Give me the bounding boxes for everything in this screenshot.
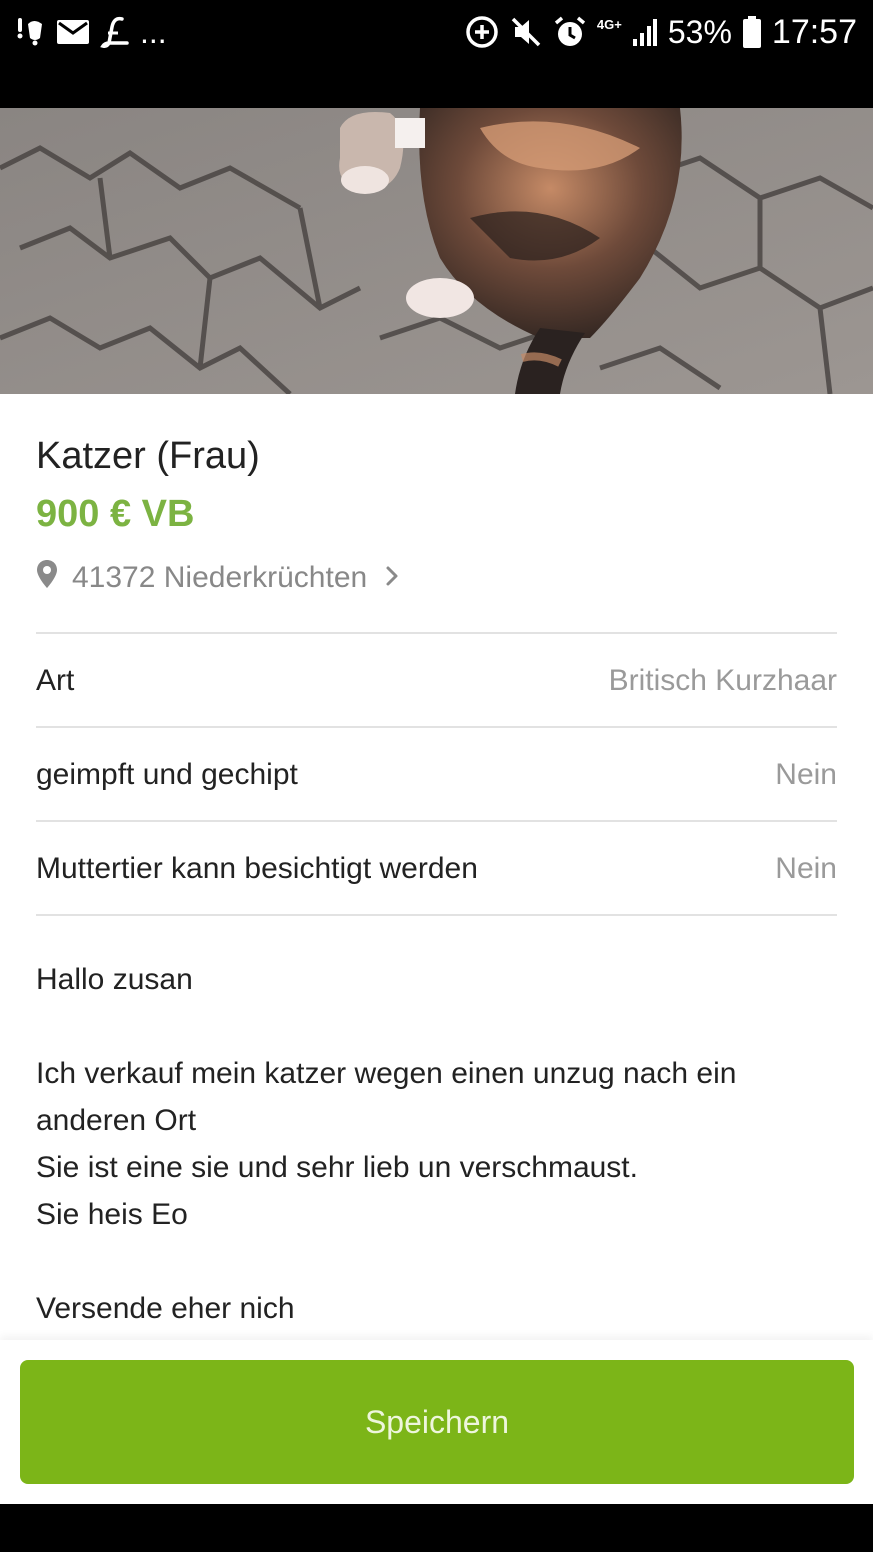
attribute-value: Nein bbox=[775, 758, 837, 791]
divider bbox=[36, 914, 837, 916]
listing-price: 900 € VB bbox=[36, 493, 195, 535]
battery-icon bbox=[742, 14, 762, 50]
script-l-icon bbox=[100, 14, 130, 50]
status-overflow: ... bbox=[140, 14, 167, 50]
attribute-row-art: Art Britisch Kurzhaar bbox=[36, 634, 837, 728]
description-line: anderen Ort bbox=[36, 1104, 197, 1137]
mute-icon bbox=[509, 14, 543, 50]
listing-photo[interactable] bbox=[0, 108, 873, 394]
system-nav-bar bbox=[0, 1504, 873, 1552]
attribute-label: geimpft und gechipt bbox=[36, 758, 298, 791]
attribute-value: Nein bbox=[775, 852, 837, 885]
attribute-label: Art bbox=[36, 664, 75, 697]
listing-title: Katzer (Frau) bbox=[36, 435, 260, 477]
location-text: 41372 Niederkrüchten bbox=[72, 561, 368, 594]
battery-percent: 53% bbox=[667, 14, 732, 50]
description-line: Hallo zusan bbox=[36, 963, 193, 996]
description-line: Sie ist eine sie und sehr lieb un versch… bbox=[36, 1151, 638, 1184]
mail-icon bbox=[56, 14, 90, 50]
screen: ... 4G+ 53% 17:57 Katzer (Frau) 900 € VB… bbox=[0, 0, 873, 1552]
notification-alert-icon bbox=[16, 14, 46, 50]
listing-description: Hallo zusan Ich verkauf mein katzer wege… bbox=[36, 956, 837, 1332]
signal-icon bbox=[632, 14, 658, 50]
status-left: ... bbox=[16, 12, 167, 52]
status-right: 4G+ 53% 17:57 bbox=[465, 12, 857, 52]
status-bar: ... 4G+ 53% 17:57 bbox=[0, 0, 873, 108]
location-link[interactable]: 41372 Niederkrüchten bbox=[36, 558, 399, 598]
attribute-row-mother-visible: Muttertier kann besichtigt werden Nein bbox=[36, 822, 837, 916]
chevron-right-icon bbox=[385, 561, 399, 595]
clock: 17:57 bbox=[771, 13, 857, 51]
description-line: Sie heis Eo bbox=[36, 1198, 188, 1231]
data-saver-icon bbox=[465, 14, 499, 50]
attribute-label: Muttertier kann besichtigt werden bbox=[36, 852, 478, 885]
action-bar: Speichern bbox=[0, 1340, 873, 1504]
alarm-icon bbox=[553, 14, 587, 50]
description-line: Versende eher nich bbox=[36, 1292, 295, 1325]
location-pin-icon bbox=[36, 559, 58, 597]
save-button[interactable]: Speichern bbox=[20, 1360, 854, 1484]
network-type: 4G+ bbox=[596, 16, 622, 32]
description-gap bbox=[36, 1003, 837, 1050]
description-gap bbox=[36, 1238, 837, 1285]
attribute-value: Britisch Kurzhaar bbox=[608, 664, 837, 697]
listing-details: Katzer (Frau) 900 € VB 41372 Niederkrüch… bbox=[0, 394, 873, 1344]
description-line: Ich verkauf mein katzer wegen einen unzu… bbox=[36, 1057, 737, 1090]
attribute-row-vaccinated: geimpft und gechipt Nein bbox=[36, 728, 837, 822]
